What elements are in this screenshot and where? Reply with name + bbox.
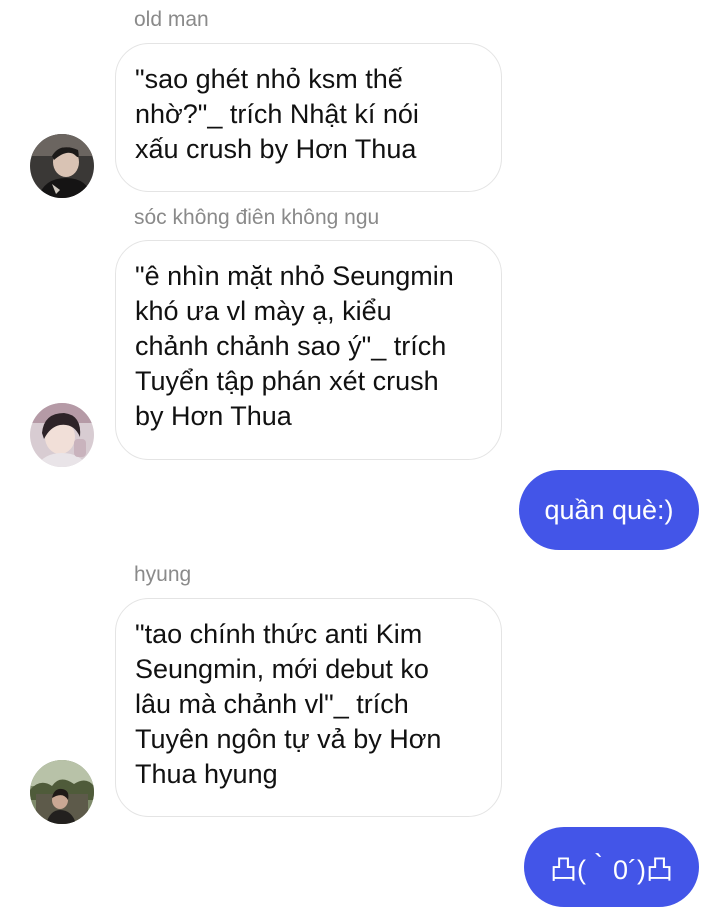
message-bubble-incoming[interactable]: "tao chính thức anti Kim Seungmin, mới d… <box>115 598 502 817</box>
message-text-line: lâu mà chảnh vl"_ trích <box>135 689 409 719</box>
message-text-line: by Hơn Thua <box>135 401 292 431</box>
message-text-line: "tao chính thức anti Kim <box>135 619 423 649</box>
message-text-line: Tuyên ngôn tự vả by Hơn <box>135 724 442 754</box>
message-bubble-incoming[interactable]: "sao ghét nhỏ ksm thế nhờ?"_ trích Nhật … <box>115 43 502 192</box>
avatar[interactable] <box>30 760 94 824</box>
message-bubble-incoming[interactable]: "ê nhìn mặt nhỏ Seungmin khó ưa vl mày ạ… <box>115 240 502 460</box>
message-text-line: khó ưa vl mày ạ, kiểu <box>135 296 392 326</box>
message-text-line: Thua hyung <box>135 759 278 789</box>
avatar[interactable] <box>30 403 94 467</box>
message-text-line: chảnh chảnh sao ý"_ trích <box>135 331 447 361</box>
message-bubble-outgoing[interactable]: 凸(｀0´)凸 <box>524 827 699 907</box>
message-text-line: Tuyển tập phán xét crush <box>135 366 439 396</box>
message-text-line: nhờ?"_ trích Nhật kí nói <box>135 99 419 129</box>
avatar[interactable] <box>30 134 94 198</box>
sender-name: hyung <box>134 563 192 586</box>
message-text-line: "ê nhìn mặt nhỏ Seungmin <box>135 261 454 291</box>
message-bubble-outgoing[interactable]: quần què:) <box>519 470 699 550</box>
message-text-line: Seungmin, mới debut ko <box>135 654 429 684</box>
message-text: 凸(｀0´)凸 <box>550 854 673 885</box>
avatar-photo-icon <box>30 760 94 824</box>
message-text: quần què:) <box>544 494 674 525</box>
message-text-line: "sao ghét nhỏ ksm thế <box>135 64 403 94</box>
sender-name: old man <box>134 8 209 31</box>
message-text-line: xấu crush by Hơn Thua <box>135 134 417 164</box>
avatar-photo-icon <box>30 403 94 467</box>
sender-name: sóc không điên không ngu <box>134 206 380 229</box>
avatar-photo-icon <box>30 134 94 198</box>
